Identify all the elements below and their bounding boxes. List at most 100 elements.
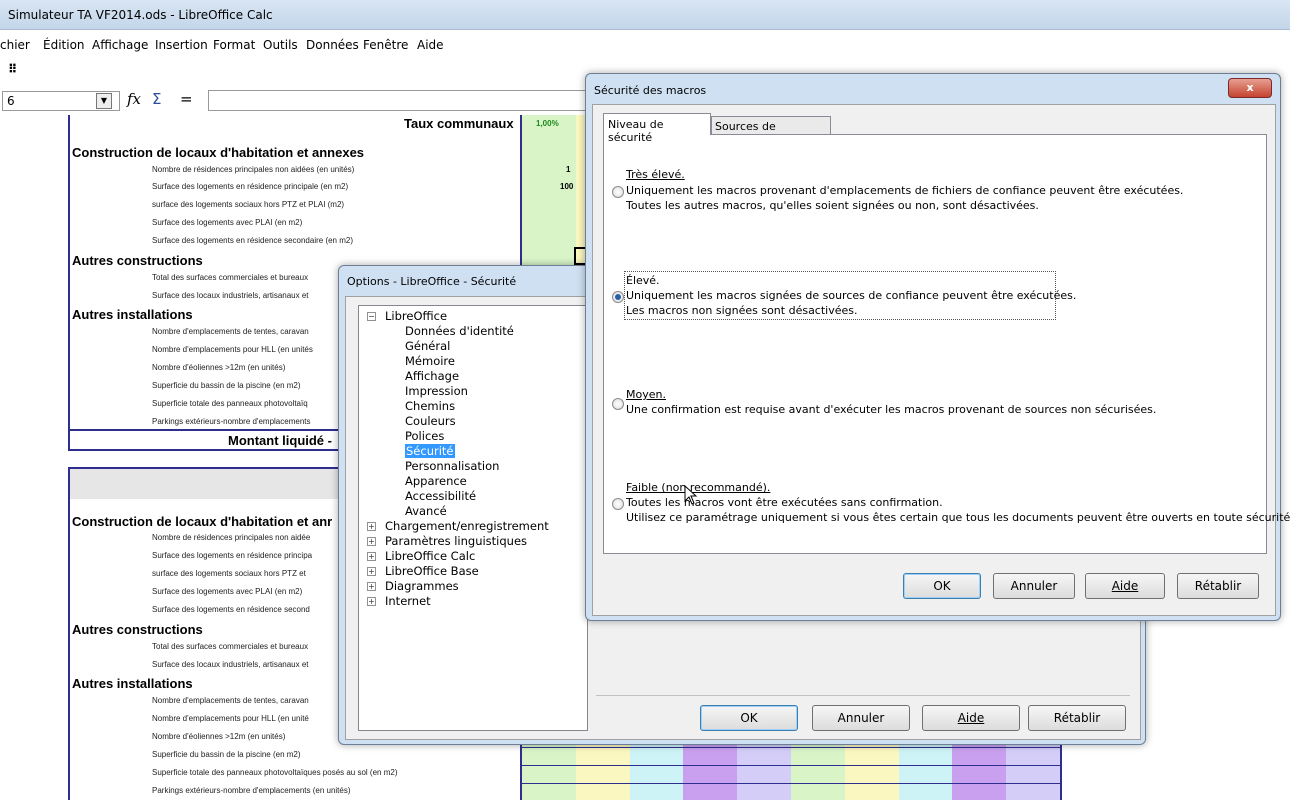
tree-item[interactable]: Couleurs [405, 414, 456, 428]
table-row: Superficie du bassin de la piscine (en m… [152, 750, 301, 759]
table-row: Parkings extérieurs-nombre d'emplacement… [152, 417, 311, 426]
grid-line [520, 765, 1060, 766]
macro-security-dialog: Sécurité des macros x Niveau de sécurité… [585, 73, 1290, 621]
option-desc: Uniquement les macros provenant d'emplac… [626, 184, 1184, 197]
radio-eleve[interactable] [612, 291, 624, 303]
tab-niveau-securite[interactable]: Niveau de sécurité [603, 113, 711, 144]
macro-ok-button[interactable]: OK [903, 573, 981, 599]
cell-value-100[interactable]: 100 [560, 182, 573, 191]
macro-cancel-button[interactable]: Annuler [993, 573, 1075, 599]
section-construction-2: Construction de locaux d'habitation et a… [72, 514, 333, 529]
options-reset-button[interactable]: Rétablir [1028, 705, 1126, 731]
table-row: Surface des logements en résidence princ… [152, 182, 349, 191]
menu-edition[interactable]: Édition [43, 38, 85, 52]
options-dialog-title: Options - LibreOffice - Sécurité [347, 275, 517, 288]
menu-insertion[interactable]: Insertion [155, 38, 208, 52]
menu-outils[interactable]: Outils [263, 38, 298, 52]
table-row: Surface des logements avec PLAI (en m2) [152, 587, 303, 596]
macro-dialog-body: Niveau de sécurité Sources de confiance … [592, 104, 1290, 616]
expand-icon[interactable]: + [367, 522, 376, 531]
section-autres-installations-2: Autres installations [72, 676, 193, 691]
macro-reset-button[interactable]: Rétablir [1177, 573, 1259, 599]
expand-icon[interactable]: + [367, 582, 376, 591]
table-row: Nombre d'emplacements pour HLL (en unité… [152, 345, 313, 354]
sum-icon[interactable]: Σ [152, 90, 161, 108]
menu-fenetre[interactable]: Fenêtre [363, 38, 408, 52]
toolbar-grip-icon[interactable]: ⠿ [8, 62, 17, 76]
taux-label: Taux communaux [404, 116, 514, 131]
tree-item-securite-selected[interactable]: Sécurité [405, 444, 455, 458]
macro-dialog-title: Sécurité des macros [594, 84, 707, 97]
tree-item[interactable]: LibreOffice Calc [385, 549, 475, 563]
option-label-moyen: Moyen. [626, 388, 666, 401]
table-row: Nombre d'emplacements de tentes, caravan [152, 696, 309, 705]
tree-item[interactable]: Personnalisation [405, 459, 499, 473]
radio-moyen[interactable] [612, 398, 624, 410]
window-title-bar: Simulateur TA VF2014.ods - LibreOffice C… [0, 0, 1290, 30]
table-row: Surface des locaux industriels, artisana… [152, 291, 309, 300]
table-row: Nombre d'emplacements pour HLL (en unité [152, 714, 309, 723]
cell-value-1[interactable]: 1 [566, 165, 570, 174]
table-row: Surface des logements en résidence princ… [152, 551, 313, 560]
menu-donnees[interactable]: Données [306, 38, 359, 52]
tree-item[interactable]: Diagrammes [385, 579, 459, 593]
menu-fichier[interactable]: chier [0, 38, 30, 52]
tree-item[interactable]: Apparence [405, 474, 467, 488]
tree-item[interactable]: Général [405, 339, 450, 353]
grid-line [520, 783, 1060, 784]
tree-item[interactable]: Chemins [405, 399, 455, 413]
table-row: Superficie totale des panneaux photovolt… [152, 768, 398, 777]
tree-item[interactable]: Avancé [405, 504, 447, 518]
table-row: Parkings extérieurs-nombre d'emplacement… [152, 786, 351, 795]
expand-icon[interactable]: + [367, 552, 376, 561]
table-row: Surface des logements en résidence secon… [152, 605, 310, 614]
menu-format[interactable]: Format [213, 38, 255, 52]
option-label-eleve: Élevé. [626, 274, 660, 287]
tree-item[interactable]: Polices [405, 429, 444, 443]
function-wizard-icon[interactable]: fx [127, 90, 141, 108]
collapse-icon[interactable]: − [367, 312, 376, 321]
radio-faible[interactable] [612, 498, 624, 510]
tree-item[interactable]: Données d'identité [405, 324, 514, 338]
table-row: Total des surfaces commerciales et burea… [152, 273, 309, 282]
tree-item[interactable]: Mémoire [405, 354, 455, 368]
section-autres-constructions-2: Autres constructions [72, 622, 203, 637]
formula-input[interactable] [208, 90, 588, 111]
name-box-value: 6 [7, 94, 15, 108]
expand-icon[interactable]: + [367, 537, 376, 546]
options-tree[interactable]: − LibreOffice Données d'identité Général… [358, 305, 588, 731]
options-help-button[interactable]: Aide [922, 705, 1020, 731]
macro-help-button[interactable]: Aide [1085, 573, 1165, 599]
options-cancel-button[interactable]: Annuler [812, 705, 910, 731]
table-row: Surface des logements avec PLAI (en m2) [152, 218, 303, 227]
table-row: Superficie totale des panneaux photovolt… [152, 399, 308, 408]
option-desc: Une confirmation est requise avant d'exé… [626, 403, 1157, 416]
table-row: Total des surfaces commerciales et burea… [152, 642, 309, 651]
name-box-dropdown-icon[interactable]: ▼ [96, 93, 112, 109]
option-desc: Utilisez ce paramétrage uniquement si vo… [626, 511, 1290, 524]
tree-item-libreoffice[interactable]: LibreOffice [385, 309, 447, 323]
tab-sources-confiance[interactable]: Sources de confiance [711, 116, 831, 146]
equals-icon[interactable]: = [180, 90, 193, 108]
close-button[interactable]: x [1228, 78, 1272, 98]
tree-item[interactable]: LibreOffice Base [385, 564, 479, 578]
table-row: surface des logements sociaux hors PTZ e… [152, 200, 345, 209]
tree-item[interactable]: Paramètres linguistiques [385, 534, 527, 548]
option-label-tres-eleve: Très élevé. [626, 168, 685, 181]
table-row: Nombre d'éoliennes >12m (en unités) [152, 732, 286, 741]
menu-affichage[interactable]: Affichage [92, 38, 148, 52]
close-icon: x [1246, 81, 1254, 94]
table-row: Superficie du bassin de la piscine (en m… [152, 381, 301, 390]
taux-value: 1,00% [536, 119, 559, 128]
table-row: Nombre d'éoliennes >12m (en unités) [152, 363, 286, 372]
tree-item[interactable]: Accessibilité [405, 489, 476, 503]
options-ok-button[interactable]: OK [700, 705, 798, 731]
tree-item[interactable]: Impression [405, 384, 468, 398]
tree-item[interactable]: Internet [385, 594, 431, 608]
tree-item[interactable]: Affichage [405, 369, 459, 383]
expand-icon[interactable]: + [367, 597, 376, 606]
expand-icon[interactable]: + [367, 567, 376, 576]
tree-item[interactable]: Chargement/enregistrement [385, 519, 549, 533]
menu-aide[interactable]: Aide [417, 38, 444, 52]
radio-tres-eleve[interactable] [612, 186, 624, 198]
